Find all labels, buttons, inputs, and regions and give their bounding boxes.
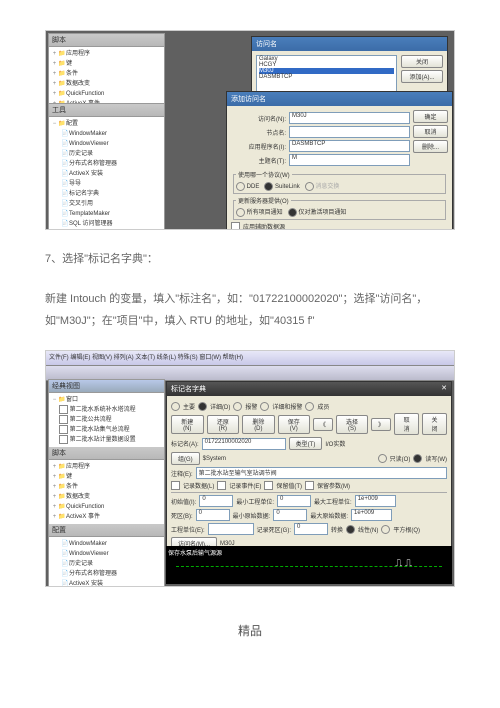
config-tree[interactable]: −📁配置 📄WindowMaker 📄WindowViewer 📄历史记录 📄分…: [49, 117, 164, 230]
maxeu-input[interactable]: 1e+009: [355, 495, 396, 507]
close-button[interactable]: 关闭: [401, 55, 443, 68]
retainparam-check[interactable]: [305, 481, 314, 490]
label: 节点名:: [231, 128, 286, 137]
label: SuiteLink: [275, 184, 300, 190]
comment-input[interactable]: 第二批水站至输气室站调节阀: [196, 467, 447, 479]
group-button[interactable]: 组(G): [171, 452, 200, 465]
instruction-text: 新建 Intouch 的变量，填入"标注名"，如："01722100002020…: [45, 288, 455, 332]
config-title: 配置: [49, 524, 164, 537]
label: 所有项目通知: [247, 210, 283, 216]
tagname-input[interactable]: 01722100002020: [202, 438, 286, 450]
label: 消息交换: [315, 184, 339, 190]
ok-button[interactable]: 确定: [413, 110, 448, 123]
add-access-title: 添加访问名: [227, 92, 452, 106]
tools-panel-title: 工具: [49, 104, 164, 117]
logdb-input[interactable]: 0: [294, 523, 328, 535]
add-button[interactable]: 添加(A)...: [401, 70, 443, 83]
step-text: 7、选择"标记名字典"：: [45, 248, 455, 270]
view-title: 经典视图: [49, 380, 164, 393]
tag-dict-title: 标记名字典✕: [167, 382, 451, 396]
windows-tree[interactable]: −📁窗口 第二批水系统补水塔流程 第二批公共流程 第二批水站集气总流程 第二批水…: [49, 393, 164, 447]
active-radio[interactable]: [288, 208, 297, 217]
rw-radio[interactable]: [413, 454, 422, 463]
save-button[interactable]: 保存(V): [278, 415, 310, 434]
app-input[interactable]: DASMBTCP: [289, 140, 410, 152]
label: 使用哪一个协议(W): [236, 170, 292, 179]
close-icon[interactable]: ✕: [441, 384, 447, 392]
logevent-check[interactable]: [217, 481, 226, 490]
lin-radio[interactable]: [346, 525, 355, 534]
msgex-radio[interactable]: [305, 182, 314, 191]
add-access-dialog: 添加访问名 访问名(N):M30J 节点名: 应用程序名(I):DASMBTCP…: [226, 91, 453, 230]
label: DDE: [247, 184, 260, 190]
label: 访问名(N):: [231, 114, 286, 123]
retainval-check[interactable]: [264, 481, 273, 490]
access-name-title: 访问名: [252, 37, 447, 51]
minraw-input[interactable]: 0: [273, 509, 307, 521]
label: 仅对激活项目通知: [298, 210, 346, 216]
tab-alarm-radio[interactable]: [233, 402, 242, 411]
logdata-check[interactable]: [171, 481, 180, 490]
new-button[interactable]: 新建(N): [171, 415, 204, 434]
close-button[interactable]: 关闭: [422, 413, 447, 435]
screenshot-2: 文件(F) 编辑(E) 视图(V) 排列(A) 文本(T) 线条(L) 特殊(S…: [45, 350, 455, 587]
type-button[interactable]: 类型(T): [289, 437, 323, 450]
accessname-input[interactable]: M30J: [289, 112, 410, 124]
label: 更新服务器提供(O): [236, 196, 291, 205]
tab-member-radio[interactable]: [305, 402, 314, 411]
sqrt-radio[interactable]: [381, 525, 390, 534]
maxraw-input[interactable]: 1e+009: [351, 509, 392, 521]
label: 应用辅助数据源: [243, 222, 285, 230]
suitelink-radio[interactable]: [264, 182, 273, 191]
label: $System: [203, 456, 226, 462]
cancel-button[interactable]: 取消: [394, 413, 419, 435]
scripts-panel-title: 脚本: [49, 34, 164, 47]
ro-radio[interactable]: [378, 454, 387, 463]
next-button[interactable]: 》: [371, 418, 391, 431]
restore-button[interactable]: 还原(R): [207, 415, 240, 434]
label: 标记名(A):: [171, 439, 199, 448]
topic-input[interactable]: M: [289, 154, 410, 166]
menu-bar[interactable]: 文件(F) 编辑(E) 视图(V) 排列(A) 文本(T) 线条(L) 特殊(S…: [46, 351, 454, 366]
canvas-area: 保存水泵后输气源源 ⎍ ⎍: [166, 546, 452, 584]
dde-radio[interactable]: [236, 182, 245, 191]
prev-button[interactable]: 《: [313, 418, 333, 431]
tag-dictionary-dialog: 标记名字典✕ 主要 详细(D) 报警 详细和报警 成员 新建(N) 还原(R) …: [166, 381, 452, 571]
scripts-title: 脚本: [49, 447, 164, 460]
label: 应用程序名(I):: [231, 142, 286, 151]
engu-input[interactable]: [208, 523, 254, 535]
tab-both-radio[interactable]: [260, 402, 269, 411]
scripts-tree-2[interactable]: +📁应用程序 +📁键 +📁条件 +📁数据改变 +📁QuickFunction +…: [49, 460, 164, 524]
poll-checkbox[interactable]: [231, 222, 240, 230]
select-button[interactable]: 选择(S): [336, 415, 368, 434]
deadband-input[interactable]: 0: [196, 509, 230, 521]
node-input[interactable]: [289, 126, 410, 138]
scripts-tree[interactable]: +📁应用程序 +📁键 +📁条件 +📁数据改变 +📁QuickFunction +…: [49, 47, 164, 111]
fail-button[interactable]: 删除...: [413, 140, 448, 153]
initval-input[interactable]: 0: [199, 495, 233, 507]
label: 主题名(T):: [231, 156, 286, 165]
label: I/O实数: [325, 439, 345, 448]
list-item[interactable]: DASMBTCP: [259, 74, 394, 80]
delete-button[interactable]: 删除(D): [242, 415, 275, 434]
tab-detail-radio[interactable]: [198, 402, 207, 411]
cancel-button[interactable]: 取消: [413, 125, 448, 138]
tab-main-radio[interactable]: [171, 402, 180, 411]
mineu-input[interactable]: 0: [277, 495, 311, 507]
screenshot-1: · · · · · · · ·· · · · · · · · 脚本 +📁应用程序…: [45, 30, 455, 230]
label: 注释(E):: [171, 469, 193, 478]
footer: 精品: [45, 622, 455, 639]
config-tree-2[interactable]: 📄WindowMaker 📄WindowViewer 📄历史记录 📄分布式名称管…: [49, 537, 164, 587]
all-radio[interactable]: [236, 208, 245, 217]
